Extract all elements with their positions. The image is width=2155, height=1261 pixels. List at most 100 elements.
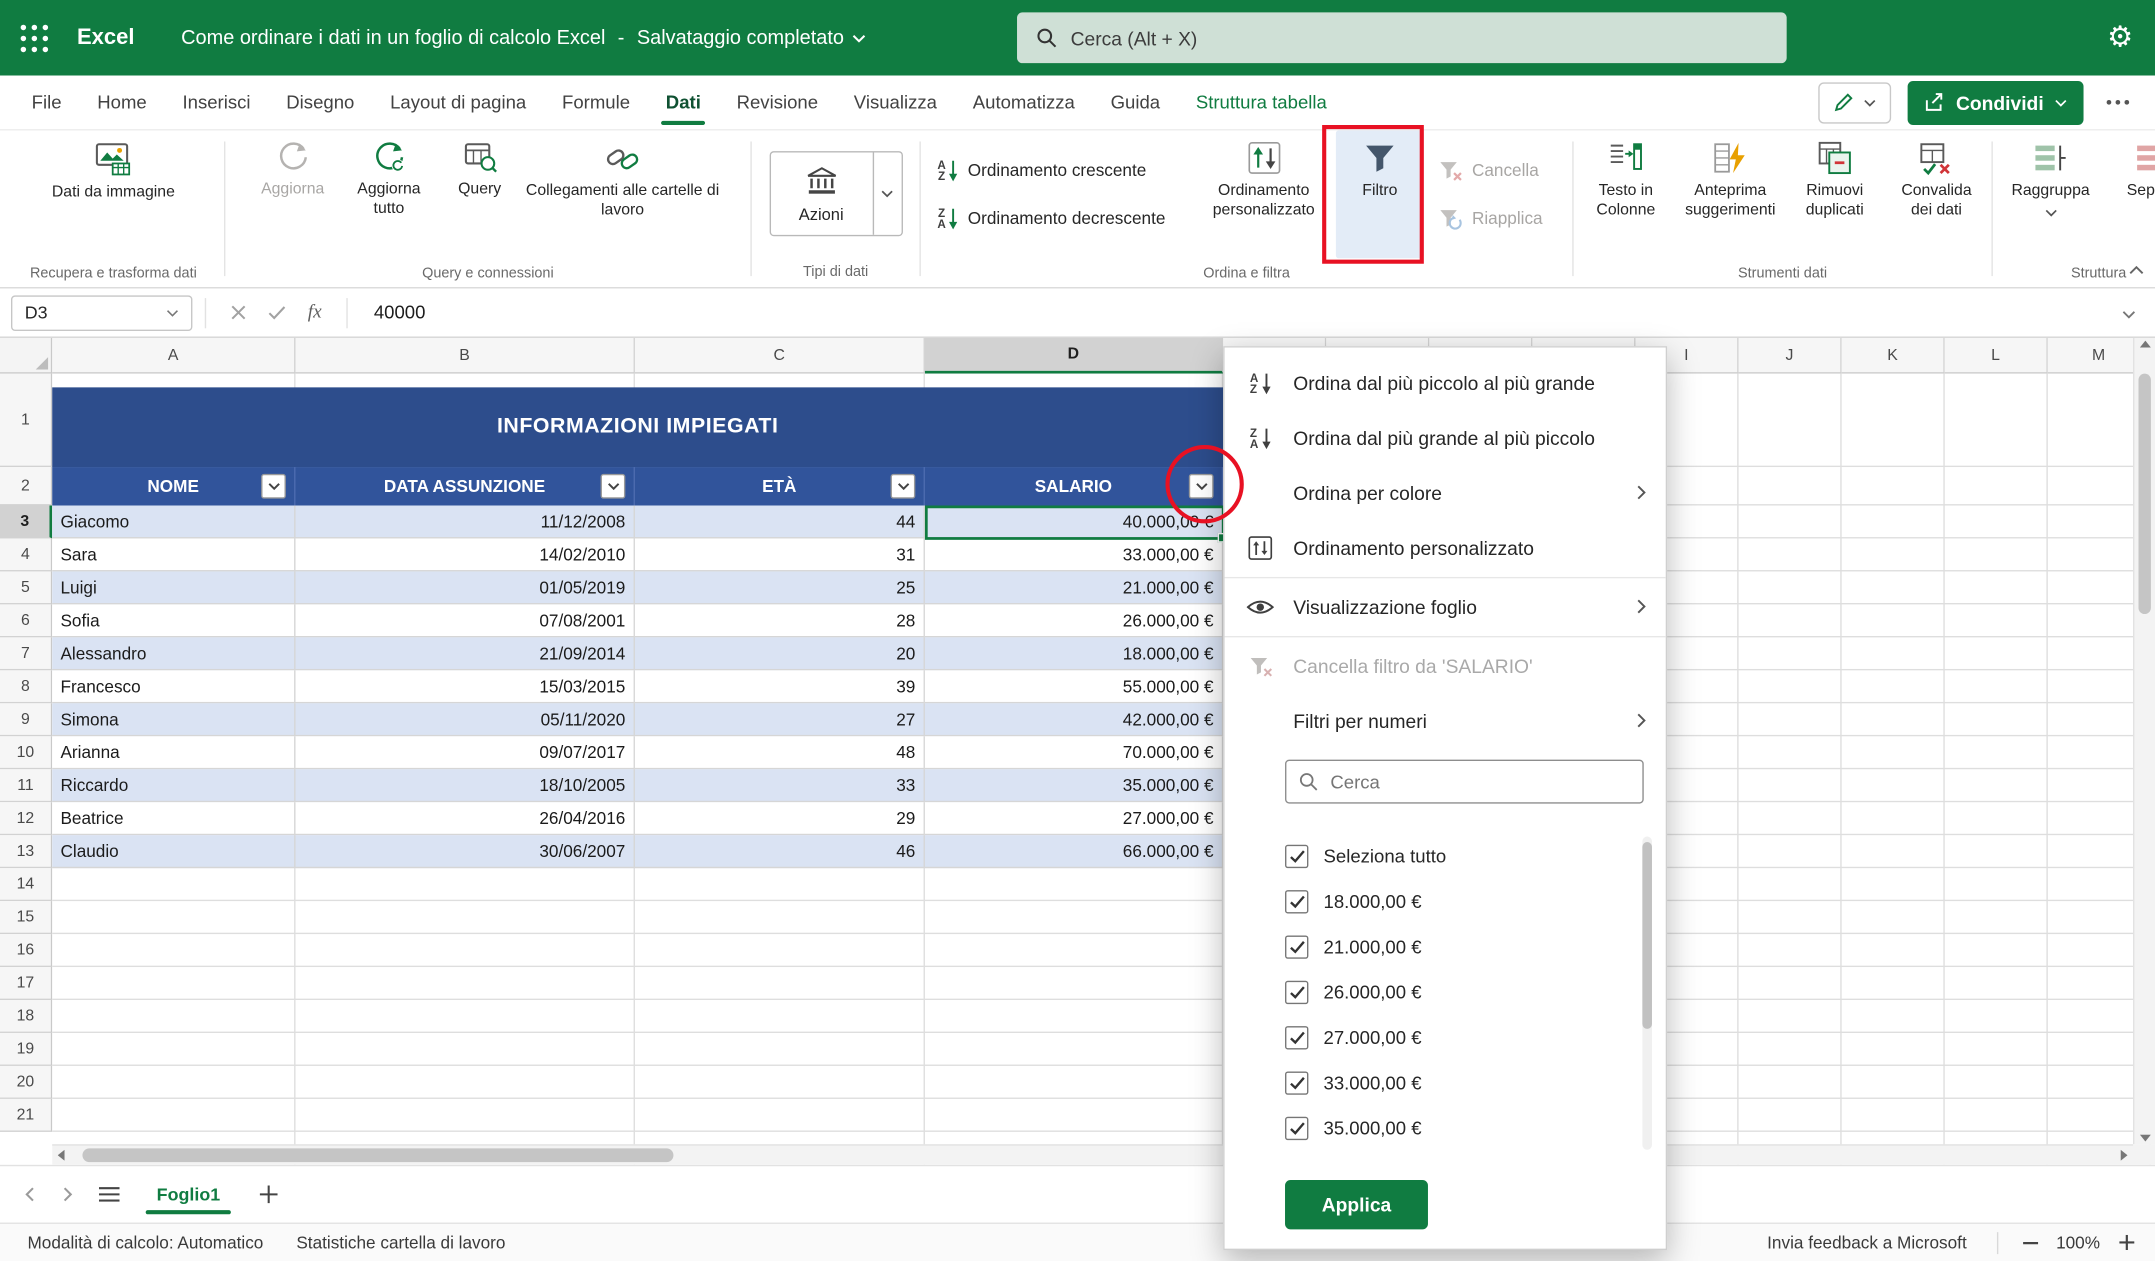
cell[interactable]: 11/12/2008 [295, 505, 635, 539]
row-header-9[interactable]: 9 [0, 703, 53, 737]
row-header-17[interactable]: 17 [0, 967, 53, 1001]
refresh-all-button[interactable]: Aggiorna tutto [337, 130, 441, 258]
filter-dropdown-data-assunzione-icon[interactable] [600, 473, 626, 499]
cell[interactable]: 33 [634, 769, 925, 803]
tab-disegno[interactable]: Disegno [268, 76, 372, 130]
tab-home[interactable]: Home [79, 76, 164, 130]
checkbox-checked-icon[interactable] [1285, 1116, 1309, 1141]
collapse-ribbon-icon[interactable] [2129, 257, 2144, 282]
row-header-7[interactable]: 7 [0, 637, 53, 671]
expand-formula-bar-icon[interactable] [2122, 300, 2155, 325]
scroll-right-icon[interactable] [2120, 1146, 2128, 1165]
cell[interactable]: Giacomo [52, 505, 296, 539]
filter-search-input[interactable]: Cerca [1285, 759, 1644, 804]
table-header-salario[interactable]: SALARIO [925, 467, 1224, 506]
cell[interactable]: Riccardo [52, 769, 296, 803]
table-title-cell[interactable]: INFORMAZIONI IMPIEGATI [52, 387, 1224, 468]
filter-dropdown-nome-icon[interactable] [261, 473, 286, 499]
cell[interactable]: 27.000,00 € [924, 802, 1224, 836]
column-header-A[interactable]: A [52, 337, 296, 374]
scroll-down-icon[interactable] [2134, 1134, 2155, 1142]
cell[interactable]: 07/08/2001 [295, 604, 635, 638]
filter-value-item[interactable]: 21.000,00 € [1225, 924, 1666, 969]
remove-duplicates-button[interactable]: Rimuovi duplicati [1785, 130, 1884, 258]
row-header-10[interactable]: 10 [0, 736, 53, 770]
tab-revisione[interactable]: Revisione [719, 76, 836, 130]
name-box[interactable]: D3 [10, 294, 193, 331]
horizontal-scrollbar[interactable] [52, 1144, 2134, 1165]
zoom-in-icon[interactable] [2108, 1234, 2144, 1251]
menu-custom-sort[interactable]: Ordinamento personalizzato [1225, 521, 1666, 576]
menu-clear-filter[interactable]: Cancella filtro da 'SALARIO' [1225, 639, 1666, 694]
row-header-16[interactable]: 16 [0, 934, 53, 968]
column-header-C[interactable]: C [634, 337, 925, 374]
menu-sort-descending[interactable]: ZA Ordina dal più grande al più piccolo [1225, 411, 1666, 466]
row-header-8[interactable]: 8 [0, 670, 53, 704]
sheet-tab-foglio1[interactable]: Foglio1 [132, 1166, 245, 1222]
row-header-18[interactable]: 18 [0, 1000, 53, 1033]
custom-sort-button[interactable]: Ordinamento personalizzato [1192, 130, 1336, 258]
cell[interactable]: Alessandro [52, 637, 296, 671]
formula-input[interactable]: 40000 [360, 302, 426, 323]
column-header-J[interactable]: J [1738, 337, 1842, 374]
filter-dropdown-eta-icon[interactable] [890, 473, 916, 499]
vertical-scroll-thumb[interactable] [2138, 373, 2151, 615]
data-validation-button[interactable]: Convalida dei dati [1884, 130, 1988, 258]
zoom-level[interactable]: 100% [2048, 1233, 2108, 1252]
row-header-12[interactable]: 12 [0, 802, 53, 836]
row-header-2[interactable]: 2 [0, 467, 53, 506]
feedback-link[interactable]: Invia feedback a Microsoft [1751, 1233, 1984, 1252]
filter-dropdown-salario-icon[interactable] [1188, 473, 1214, 499]
cell[interactable]: 09/07/2017 [295, 736, 635, 770]
row-header-4[interactable]: 4 [0, 538, 53, 572]
filter-value-item[interactable]: 18.000,00 € [1225, 879, 1666, 924]
cell[interactable]: 18/10/2005 [295, 769, 635, 803]
column-header-L[interactable]: L [1944, 337, 2048, 374]
clear-filter-button[interactable]: Cancella [1429, 152, 1564, 188]
cell[interactable]: Sara [52, 538, 296, 572]
menu-sort-ascending[interactable]: AZ Ordina dal più piccolo al più grande [1225, 356, 1666, 411]
row-header-1[interactable]: 1 [0, 373, 53, 468]
cell[interactable]: 21/09/2014 [295, 637, 635, 671]
add-sheet-icon[interactable] [248, 1174, 289, 1215]
workbook-stats-status[interactable]: Statistiche cartella di lavoro [280, 1233, 522, 1252]
ungroup-rows-button[interactable]: Separa [2104, 130, 2155, 258]
cell[interactable]: 35.000,00 € [924, 769, 1224, 803]
sheet-list-icon[interactable] [88, 1177, 129, 1213]
flash-fill-button[interactable]: Anteprima suggerimenti [1675, 130, 1785, 258]
select-all-corner[interactable] [0, 337, 53, 374]
table-header-nome[interactable]: NOME [52, 467, 296, 506]
zoom-out-icon[interactable] [2012, 1241, 2048, 1244]
cell[interactable]: 30/06/2007 [295, 835, 635, 869]
cell[interactable]: 18.000,00 € [924, 637, 1224, 671]
checkbox-checked-icon[interactable] [1285, 1071, 1309, 1095]
cell[interactable]: Arianna [52, 736, 296, 770]
tab-automatizza[interactable]: Automatizza [955, 76, 1093, 130]
row-header-13[interactable]: 13 [0, 835, 53, 869]
cell[interactable]: 26/04/2016 [295, 802, 635, 836]
confirm-entry-icon[interactable] [257, 305, 295, 320]
scroll-left-icon[interactable] [57, 1146, 65, 1165]
query-button[interactable]: Query [441, 130, 518, 258]
cell[interactable]: 46 [634, 835, 925, 869]
row-header-3[interactable]: 3 [0, 505, 53, 539]
row-header-11[interactable]: 11 [0, 769, 53, 803]
calc-mode-status[interactable]: Modalità di calcolo: Automatico [11, 1233, 280, 1252]
checkbox-checked-icon[interactable] [1285, 935, 1309, 959]
cell[interactable]: 42.000,00 € [924, 703, 1224, 737]
table-header-data-assunzione[interactable]: DATA ASSUNZIONE [295, 467, 635, 506]
cell[interactable]: 20 [634, 637, 925, 671]
row-header-5[interactable]: 5 [0, 571, 53, 605]
tab-dati[interactable]: Dati [648, 76, 719, 130]
cell[interactable]: 55.000,00 € [924, 670, 1224, 704]
next-sheet-icon[interactable] [49, 1177, 85, 1213]
horizontal-scroll-thumb[interactable] [82, 1148, 674, 1163]
menu-sort-by-color[interactable]: Ordina per colore [1225, 466, 1666, 521]
previous-sheet-icon[interactable] [11, 1177, 47, 1213]
cell[interactable]: 15/03/2015 [295, 670, 635, 704]
cell[interactable]: 05/11/2020 [295, 703, 635, 737]
column-header-D[interactable]: D [924, 337, 1224, 374]
tab-visualizza[interactable]: Visualizza [836, 76, 955, 130]
cancel-entry-icon[interactable] [219, 305, 257, 320]
filter-value-item[interactable]: 35.000,00 € [1225, 1106, 1666, 1151]
